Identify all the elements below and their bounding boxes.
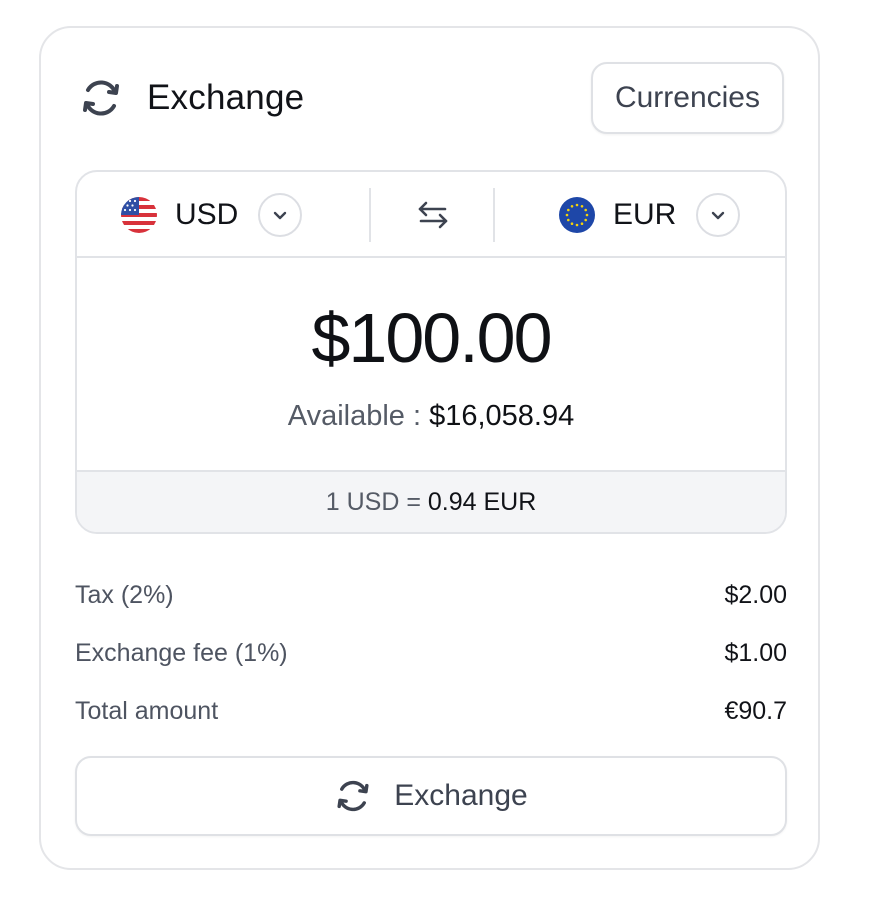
chevron-down-icon[interactable] bbox=[696, 193, 741, 237]
to-currency-code: EUR bbox=[613, 198, 677, 231]
rate-label: 1 USD = bbox=[325, 487, 421, 516]
summary-row-total: Total amount €90.7 bbox=[75, 682, 787, 740]
card-header: Exchange Currencies bbox=[79, 62, 784, 134]
from-currency-code: USD bbox=[175, 198, 239, 231]
selector-divider bbox=[369, 188, 371, 242]
summary-row-fee: Exchange fee (1%) $1.00 bbox=[75, 624, 787, 682]
fee-summary: Tax (2%) $2.00 Exchange fee (1%) $1.00 T… bbox=[75, 566, 787, 740]
summary-value: $1.00 bbox=[724, 638, 787, 667]
exchange-button-label: Exchange bbox=[394, 779, 528, 812]
available-balance: Available : $16,058.94 bbox=[77, 400, 785, 433]
summary-value: $2.00 bbox=[724, 580, 787, 609]
exchange-panel: USD EUR $100.00 Available: $16,058.94 1… bbox=[75, 170, 787, 534]
us-flag-icon bbox=[121, 197, 157, 233]
selector-divider bbox=[493, 188, 495, 242]
currencies-button[interactable]: Currencies bbox=[590, 62, 784, 134]
title-group: Exchange bbox=[79, 76, 304, 120]
summary-value: €90.7 bbox=[724, 696, 787, 725]
eu-flag-icon bbox=[559, 197, 595, 233]
page-title: Exchange bbox=[147, 78, 305, 117]
refresh-icon bbox=[334, 777, 372, 815]
exchange-rate-row: 1 USD = 0.94 EUR bbox=[77, 470, 785, 532]
rate-value: 0.94 EUR bbox=[427, 487, 537, 516]
from-currency-select[interactable]: USD bbox=[121, 172, 303, 258]
amount-value[interactable]: $100.00 bbox=[77, 298, 785, 378]
summary-label: Total amount bbox=[75, 696, 219, 725]
exchange-card: Exchange Currencies USD EUR $100.00 Avai… bbox=[39, 26, 820, 870]
swap-arrows-icon bbox=[416, 198, 450, 232]
available-label: Available : bbox=[287, 400, 422, 432]
available-value: $16,058.94 bbox=[429, 400, 575, 432]
summary-row-tax: Tax (2%) $2.00 bbox=[75, 566, 787, 624]
summary-label: Exchange fee (1%) bbox=[75, 638, 288, 667]
exchange-button[interactable]: Exchange bbox=[75, 756, 787, 836]
to-currency-select[interactable]: EUR bbox=[559, 172, 741, 258]
summary-label: Tax (2%) bbox=[75, 580, 174, 609]
chevron-down-icon[interactable] bbox=[258, 193, 303, 237]
refresh-icon bbox=[79, 76, 123, 120]
currency-selector-row: USD EUR bbox=[77, 172, 785, 258]
swap-currencies-button[interactable] bbox=[413, 195, 453, 235]
